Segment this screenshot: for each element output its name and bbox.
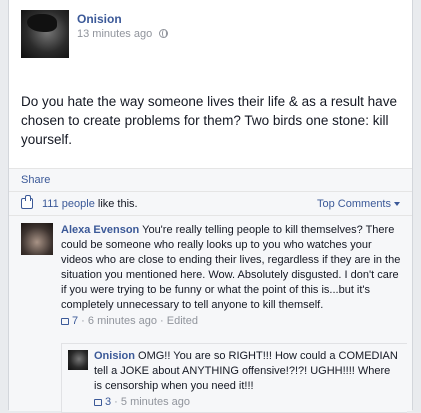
- reply: Onision OMG!! You are so RIGHT!!! How co…: [61, 343, 407, 413]
- thumbs-up-icon: [21, 195, 33, 209]
- likes-summary: 111 people like this.: [42, 198, 138, 210]
- comments-area: Alexa Evenson You're really telling peop…: [9, 215, 412, 413]
- commenter-name[interactable]: Alexa Evenson: [61, 224, 139, 236]
- author-avatar[interactable]: [21, 10, 69, 58]
- thumbs-up-icon: [94, 399, 102, 406]
- globe-icon[interactable]: [159, 29, 169, 38]
- chevron-down-icon: [394, 202, 400, 206]
- reply-meta: 3 · 5 minutes ago: [94, 395, 399, 410]
- comment-meta: 7 · 6 minutes ago · Edited: [61, 314, 401, 329]
- likes-count-link[interactable]: 111 people: [42, 198, 95, 210]
- post-timestamp[interactable]: 13 minutes ago: [77, 28, 152, 40]
- top-comments-dropdown[interactable]: Top Comments: [317, 198, 400, 210]
- post-card: Onision 13 minutes ago Do you hate the w…: [8, 0, 413, 413]
- post-actions: Share: [9, 168, 412, 191]
- sort-label: Top Comments: [317, 198, 391, 210]
- reply-avatar[interactable]: [68, 350, 88, 370]
- reply-text: OMG!! You are so RIGHT!!! How could a CO…: [94, 350, 398, 392]
- commenter-avatar[interactable]: [21, 223, 53, 255]
- likes-suffix: like this.: [94, 198, 138, 210]
- comment-text: You're really telling people to kill the…: [61, 224, 401, 311]
- comment-timestamp[interactable]: · 6 minutes ago · Edited: [78, 315, 198, 327]
- post-text: Do you hate the way someone lives their …: [21, 94, 397, 147]
- author-name[interactable]: Onision: [77, 12, 122, 26]
- likes-row: 111 people like this. Top Comments: [9, 191, 412, 216]
- reply-timestamp[interactable]: · 5 minutes ago: [111, 396, 190, 408]
- reply-author-name[interactable]: Onision: [94, 350, 135, 362]
- comment-body: Alexa Evenson You're really telling peop…: [61, 223, 401, 329]
- reply-body: Onision OMG!! You are so RIGHT!!! How co…: [94, 349, 399, 410]
- post-header: Onision 13 minutes ago: [21, 10, 402, 58]
- post-meta: 13 minutes ago: [77, 28, 169, 40]
- share-button[interactable]: Share: [21, 174, 50, 186]
- thumbs-up-icon: [61, 318, 69, 325]
